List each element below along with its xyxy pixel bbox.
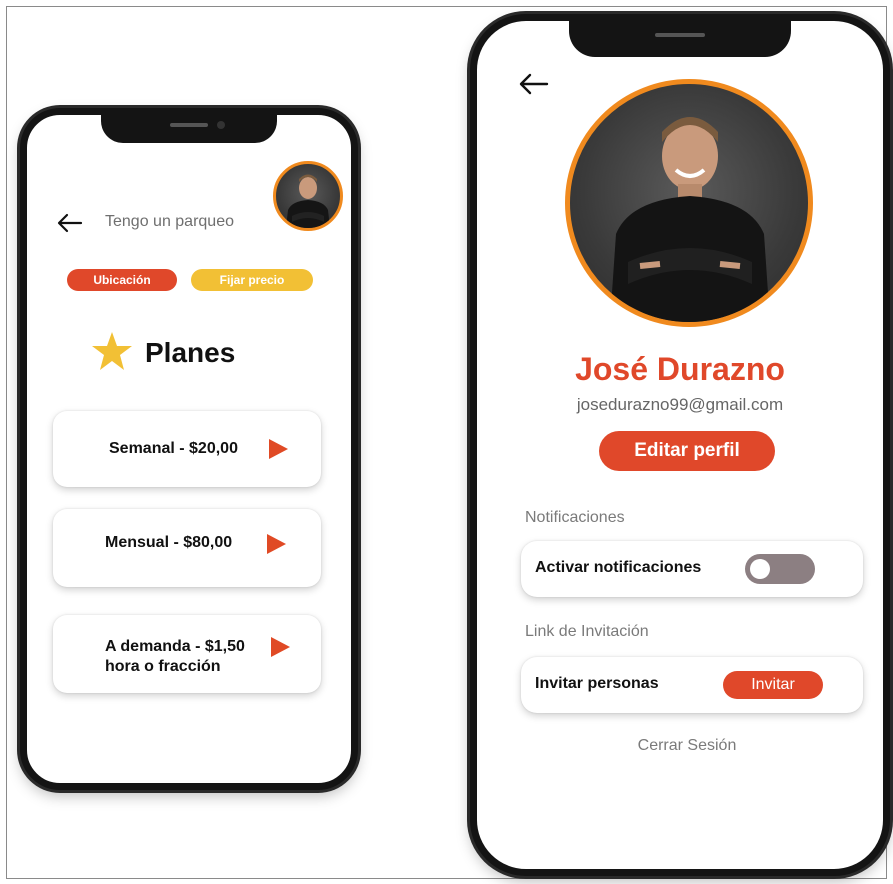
plan-sublabel: hora o fracción xyxy=(105,658,221,675)
plan-card-mensual[interactable]: Mensual - $80,00 xyxy=(53,509,321,587)
tab-fijar-precio[interactable]: Fijar precio xyxy=(191,269,313,291)
person-photo xyxy=(610,117,770,322)
toggle-knob xyxy=(750,559,770,579)
page-title: Tengo un parqueo xyxy=(105,213,234,230)
profile-email: josedurazno99@gmail.com xyxy=(576,395,784,414)
invite-label: Invitar personas xyxy=(535,675,659,692)
back-arrow-icon[interactable] xyxy=(519,73,549,95)
plan-card-a-demanda[interactable]: A demanda - $1,50 hora o fracción xyxy=(53,615,321,693)
section-title: Planes xyxy=(145,337,236,368)
invite-button[interactable]: Invitar xyxy=(723,671,823,699)
play-icon[interactable] xyxy=(271,637,290,657)
logout-link[interactable]: Cerrar Sesión xyxy=(477,737,893,755)
speaker xyxy=(655,33,705,37)
profile-name: José Durazno xyxy=(575,351,785,387)
avatar[interactable] xyxy=(273,161,343,231)
profile-avatar[interactable] xyxy=(565,79,813,327)
phone-notch xyxy=(101,113,277,143)
back-arrow-icon[interactable] xyxy=(57,213,83,233)
notifications-toggle[interactable] xyxy=(745,554,815,584)
notifications-row: Activar notificaciones xyxy=(521,541,863,597)
plan-label: Mensual - $80,00 xyxy=(105,534,233,551)
speaker xyxy=(170,123,208,127)
phone-notch xyxy=(569,19,791,57)
person-photo xyxy=(286,174,330,228)
tab-ubicacion[interactable]: Ubicación xyxy=(67,269,177,291)
edit-profile-button[interactable]: Editar perfil xyxy=(599,431,775,471)
phone-profile: José Durazno josedurazno99@gmail.com Edi… xyxy=(470,14,890,876)
invite-section-label: Link de Invitación xyxy=(525,623,649,640)
camera xyxy=(217,121,225,129)
play-icon[interactable] xyxy=(269,439,288,459)
play-icon[interactable] xyxy=(267,534,286,554)
plan-card-semanal[interactable]: Semanal - $20,00 xyxy=(53,411,321,487)
plan-label: A demanda - $1,50 xyxy=(105,638,245,655)
notifications-toggle-label: Activar notificaciones xyxy=(535,559,702,576)
phone-parking-plans: Tengo un parqueo Ubicación Fijar precio … xyxy=(20,108,358,790)
invite-row: Invitar personas Invitar xyxy=(521,657,863,713)
notifications-section-label: Notificaciones xyxy=(525,509,625,526)
star-icon xyxy=(92,332,132,370)
plan-label: Semanal - $20,00 xyxy=(109,440,238,457)
